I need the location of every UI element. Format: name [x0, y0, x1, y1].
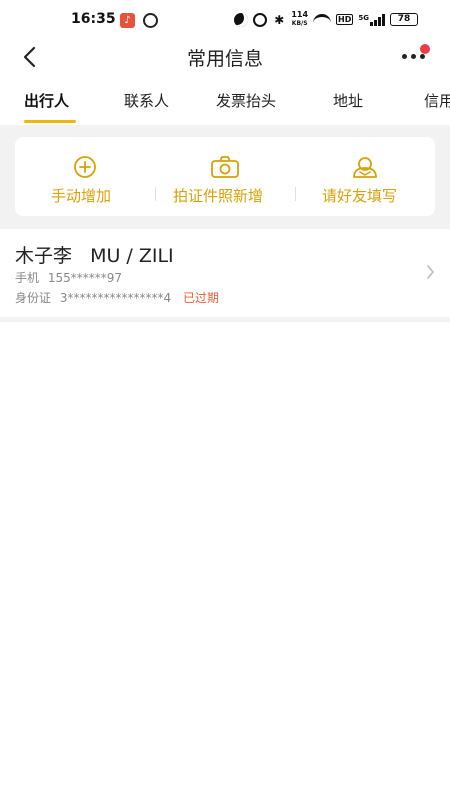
- manual-add-button[interactable]: 手动增加: [15, 137, 155, 216]
- battery-icon: 78: [390, 13, 418, 26]
- more-menu-button[interactable]: [400, 44, 430, 70]
- add-actions-card: 手动增加 拍证件照新增 请好友填写: [15, 137, 435, 216]
- status-icons: ✱ 114 KB/S HD 5G 78: [234, 11, 418, 28]
- traveler-name: 木子李: [15, 245, 73, 267]
- network-speed-unit: KB/S: [291, 20, 308, 27]
- tab-contacts[interactable]: 联系人: [124, 90, 169, 111]
- traveler-pinyin: MU / ZILI: [90, 245, 174, 267]
- app-notification-icon: [143, 13, 158, 28]
- alarm-icon: [253, 12, 268, 27]
- bluetooth-icon: ✱: [274, 12, 285, 27]
- nav-header: 常用信息: [0, 40, 450, 74]
- tab-invoice-titles[interactable]: 发票抬头: [216, 90, 276, 111]
- friend-icon: [353, 157, 377, 178]
- wifi-icon: [313, 13, 332, 26]
- invite-friend-label: 请好友填写: [322, 187, 398, 205]
- notification-dot: [420, 44, 430, 54]
- active-tab-indicator: [24, 120, 76, 123]
- tab-addresses[interactable]: 地址: [333, 90, 363, 111]
- plus-circle-icon: [74, 156, 96, 178]
- tab-credit[interactable]: 信用: [424, 90, 450, 111]
- signal-type-label: 5G: [358, 13, 369, 22]
- tab-bar: 出行人 联系人 发票抬头 地址 信用: [0, 82, 450, 126]
- music-app-icon: ♪: [120, 13, 135, 28]
- do-not-disturb-icon: [234, 12, 249, 27]
- network-speed: 114 KB/S: [291, 11, 308, 28]
- phone-label: 手机: [15, 271, 40, 285]
- chevron-right-icon: [427, 265, 434, 279]
- page-title: 常用信息: [186, 48, 263, 70]
- manual-add-label: 手动增加: [51, 187, 112, 205]
- expired-badge: 已过期: [182, 291, 219, 305]
- invite-friend-button[interactable]: 请好友填写: [296, 137, 435, 216]
- traveler-list-item[interactable]: 木子李 MU / ZILI 手机 155******97 身份证 3******…: [0, 229, 450, 317]
- traveler-phone-row: 手机 155******97: [15, 269, 122, 286]
- phone-value: 155******97: [47, 271, 123, 285]
- cellular-signal-icon: 5G: [358, 13, 385, 26]
- camera-icon: [211, 156, 239, 178]
- network-speed-value: 114: [291, 10, 309, 19]
- photo-id-add-label: 拍证件照新增: [173, 187, 264, 205]
- id-label: 身份证: [15, 291, 52, 305]
- traveler-name-row: 木子李 MU / ZILI: [15, 241, 174, 268]
- status-bar: 16:35 ♪ ✱ 114 KB/S HD 5G 78: [0, 0, 450, 40]
- photo-id-add-button[interactable]: 拍证件照新增: [156, 137, 294, 216]
- hd-badge: HD: [336, 14, 354, 25]
- more-dots-icon: [402, 54, 425, 59]
- tab-travelers[interactable]: 出行人: [24, 90, 69, 111]
- id-number: 3****************4: [59, 291, 172, 305]
- status-time: 16:35: [71, 11, 116, 27]
- traveler-id-row: 身份证 3****************4 已过期: [15, 289, 219, 306]
